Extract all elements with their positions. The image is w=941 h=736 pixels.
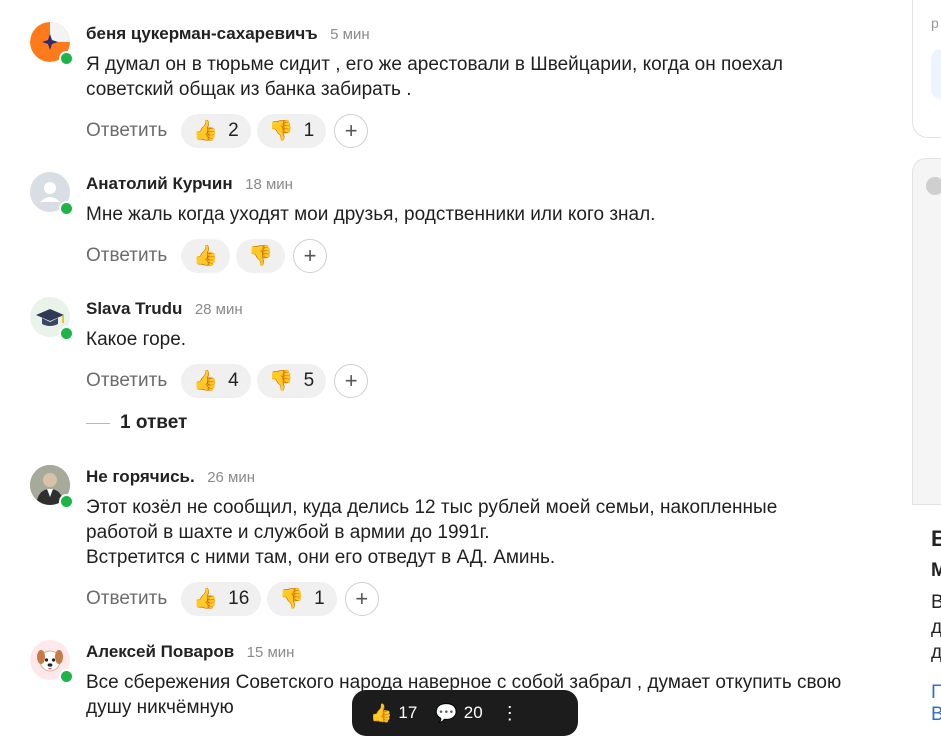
dislike-button[interactable]: 👎 1 bbox=[256, 114, 327, 148]
floating-action-bar: 👍 17 💬 20 ⋮ bbox=[352, 690, 578, 736]
sidebar-article-subtitle: М bbox=[931, 560, 941, 581]
plus-icon: + bbox=[355, 586, 369, 611]
author-name[interactable]: Не горячись. bbox=[86, 467, 195, 486]
online-indicator bbox=[59, 669, 74, 684]
online-indicator bbox=[59, 201, 74, 216]
replies-line bbox=[86, 422, 110, 424]
avatar[interactable] bbox=[30, 22, 74, 66]
source-icon bbox=[926, 177, 941, 195]
right-sidebar: р В М В д д Г В bbox=[900, 0, 941, 725]
sidebar-card-text: р bbox=[931, 15, 939, 31]
avatar[interactable] bbox=[30, 640, 74, 684]
like-count: 16 bbox=[228, 588, 250, 609]
dislike-count: 5 bbox=[303, 370, 315, 391]
avatar[interactable] bbox=[30, 297, 74, 341]
thumbs-up-icon: 👍 bbox=[370, 702, 393, 723]
add-reaction-button[interactable]: + bbox=[344, 582, 379, 616]
comment-text: Этот козёл не сообщил, куда делись 12 ты… bbox=[86, 495, 866, 570]
thumbs-down-icon: 👎 bbox=[248, 245, 274, 267]
comment-time: 18 мин bbox=[245, 176, 293, 193]
add-reaction-button[interactable]: + bbox=[334, 364, 369, 398]
bar-like-count: 17 bbox=[398, 703, 418, 722]
plus-icon: + bbox=[303, 243, 317, 268]
online-indicator bbox=[59, 326, 74, 341]
comment-icon: 💬 bbox=[435, 702, 458, 723]
like-button[interactable]: 👍 bbox=[181, 239, 231, 273]
thumbs-down-icon: 👎 bbox=[268, 120, 294, 142]
dislike-count: 1 bbox=[314, 588, 325, 609]
comment-time: 28 мин bbox=[194, 301, 243, 318]
like-count: 2 bbox=[228, 120, 239, 141]
comments-list: беня цукерман-сахаревичъ 5 мин Я думал о… bbox=[0, 0, 900, 720]
online-indicator bbox=[59, 494, 74, 509]
like-count: 4 bbox=[228, 370, 239, 391]
dislike-button[interactable]: 👎 bbox=[236, 239, 286, 273]
sidebar-article-image[interactable] bbox=[912, 158, 941, 505]
thumbs-up-icon: 👍 bbox=[193, 370, 219, 392]
more-icon: ⋮ bbox=[500, 702, 519, 723]
sidebar-article-text: д bbox=[931, 642, 941, 663]
comment-time: 26 мин bbox=[207, 469, 256, 486]
thumbs-up-icon: 👍 bbox=[193, 588, 219, 610]
comment-time: 5 мин bbox=[330, 26, 370, 43]
dislike-button[interactable]: 👎 5 bbox=[256, 364, 327, 398]
thumbs-up-icon: 👍 bbox=[193, 245, 219, 267]
bar-comments-button[interactable]: 💬 20 bbox=[435, 703, 482, 724]
author-name[interactable]: Анатолий Курчин bbox=[86, 174, 233, 193]
sidebar-link[interactable]: В bbox=[931, 704, 941, 726]
more-options-button[interactable]: ⋮ bbox=[501, 703, 525, 724]
like-button[interactable]: 👍 4 bbox=[181, 364, 251, 398]
thumbs-down-icon: 👎 bbox=[279, 588, 305, 610]
reply-button[interactable]: Ответить bbox=[86, 245, 167, 267]
sidebar-article-title[interactable]: В bbox=[931, 526, 941, 552]
sidebar-card-button[interactable] bbox=[931, 49, 941, 99]
dislike-count: 1 bbox=[303, 120, 315, 141]
comment-text-line: Этот козёл не сообщил, куда делись 12 ты… bbox=[86, 497, 778, 518]
sidebar-article-text: д bbox=[931, 617, 941, 638]
author-name[interactable]: Slava Trudu bbox=[86, 299, 182, 318]
comment-text: Я думал он в тюрьме сидит , его же арест… bbox=[86, 54, 783, 100]
comment-text-line: работой в шахте и службой в армии до 199… bbox=[86, 522, 490, 543]
sidebar-article-text: В bbox=[931, 592, 941, 613]
author-name[interactable]: Алексей Поваров bbox=[86, 642, 234, 661]
comment-text: Какое горе. bbox=[86, 329, 187, 350]
show-replies-button[interactable]: 1 ответ bbox=[86, 412, 187, 434]
plus-icon: + bbox=[344, 368, 358, 393]
add-reaction-button[interactable]: + bbox=[334, 114, 369, 148]
comment-text-line: Встретится с ними там, они его отведут в… bbox=[86, 547, 556, 568]
reply-button[interactable]: Ответить bbox=[86, 120, 167, 142]
like-button[interactable]: 👍 2 bbox=[181, 114, 251, 148]
replies-count: 1 ответ bbox=[120, 412, 188, 433]
online-indicator bbox=[59, 51, 74, 66]
avatar[interactable] bbox=[30, 465, 74, 509]
thumbs-up-icon: 👍 bbox=[193, 120, 219, 142]
sidebar-card[interactable]: р bbox=[912, 0, 941, 138]
thumbs-down-icon: 👎 bbox=[268, 370, 294, 392]
comment-text: Мне жаль когда уходят мои друзья, родств… bbox=[86, 204, 656, 225]
like-button[interactable]: 👍 16 bbox=[181, 582, 262, 616]
avatar[interactable] bbox=[30, 172, 74, 216]
reply-button[interactable]: Ответить bbox=[86, 370, 167, 392]
reply-button[interactable]: Ответить bbox=[86, 588, 167, 610]
comment-time: 15 мин bbox=[246, 644, 295, 661]
add-reaction-button[interactable]: + bbox=[293, 239, 328, 273]
bar-comments-count: 20 bbox=[463, 703, 483, 722]
bar-like-button[interactable]: 👍 17 bbox=[370, 703, 417, 724]
author-name[interactable]: беня цукерман-сахаревичъ bbox=[86, 24, 318, 43]
sidebar-link[interactable]: Г bbox=[931, 682, 941, 704]
plus-icon: + bbox=[344, 118, 358, 143]
dislike-button[interactable]: 👎 1 bbox=[267, 582, 337, 616]
